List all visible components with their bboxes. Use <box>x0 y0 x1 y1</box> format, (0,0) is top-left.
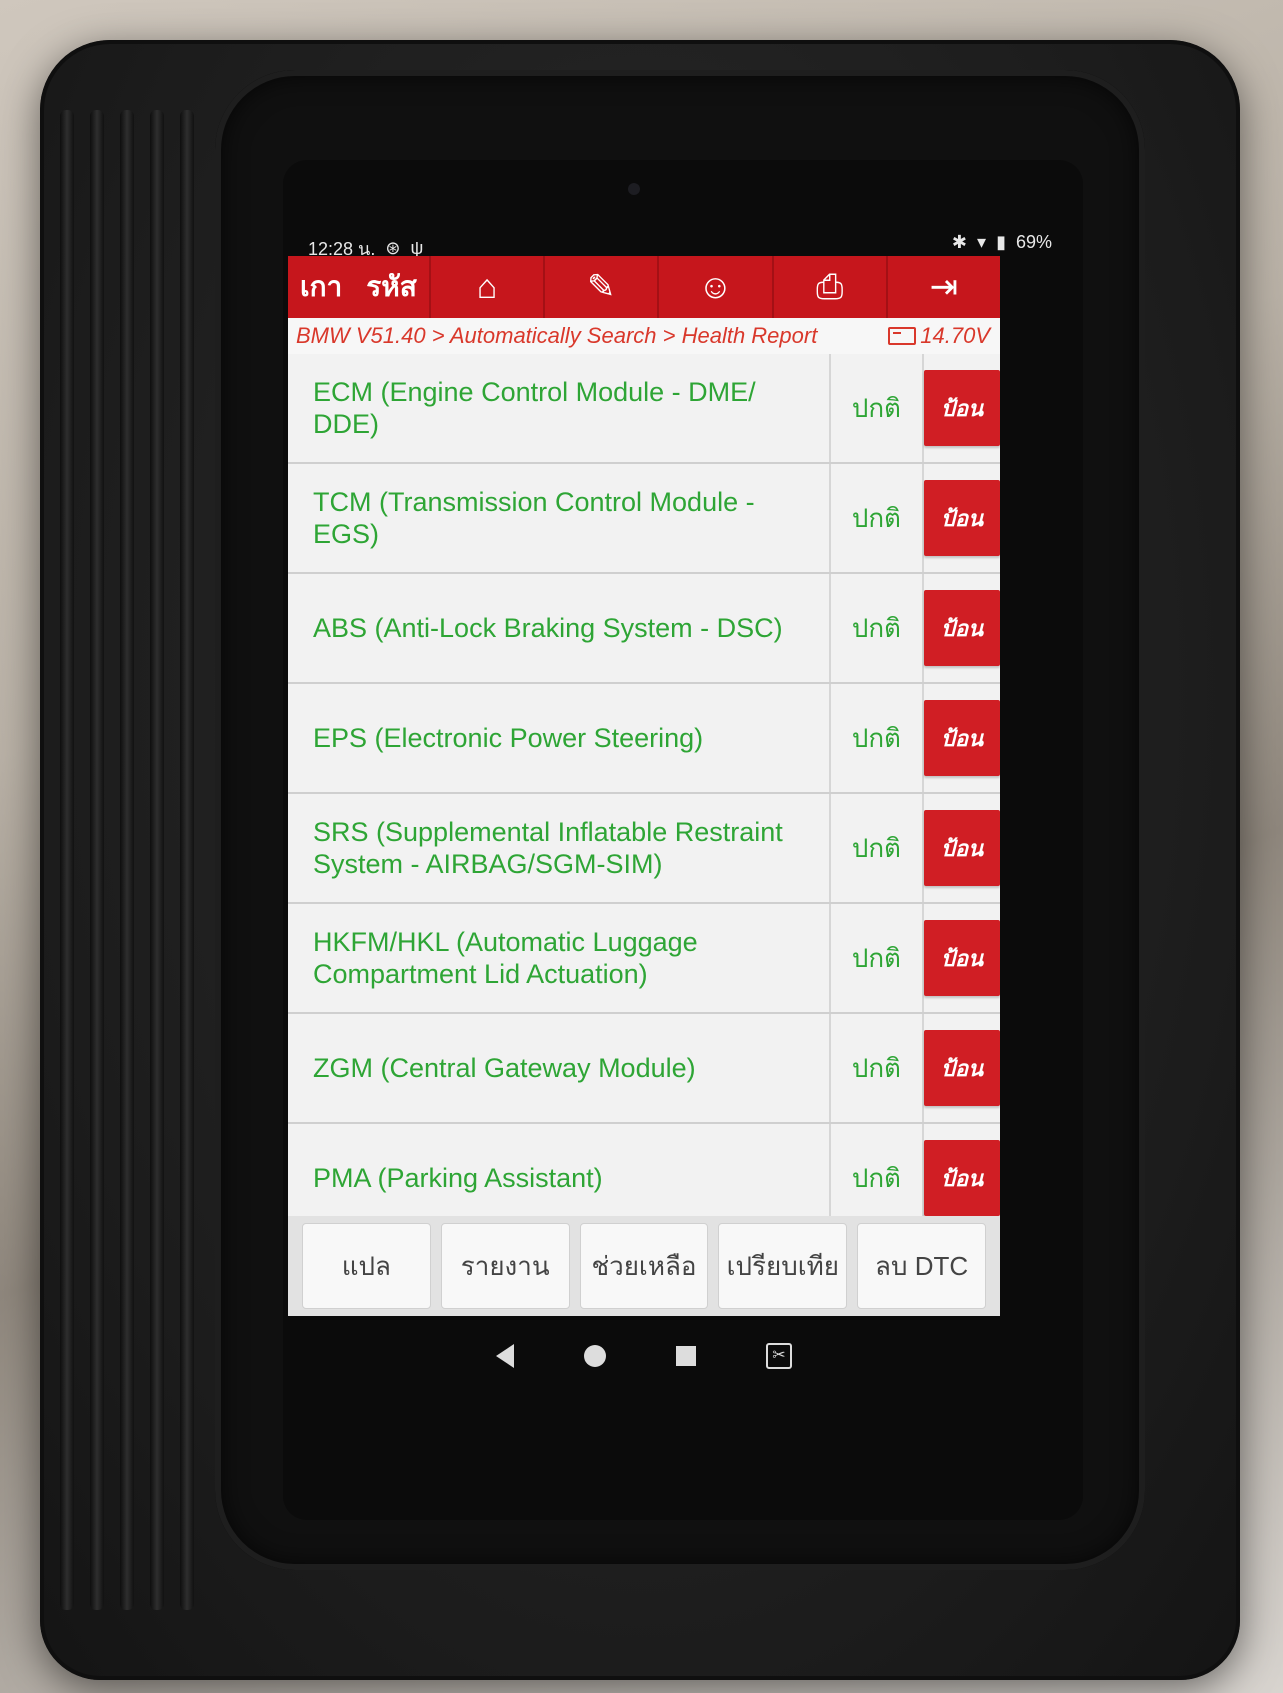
recent-apps-icon[interactable] <box>676 1346 696 1366</box>
wifi-icon: ▾ <box>977 232 987 252</box>
module-name: ABS (Anti-Lock Braking System - DSC) <box>288 574 831 682</box>
module-status: ปกติ <box>831 574 924 682</box>
front-camera <box>628 183 640 195</box>
table-row[interactable]: EPS (Electronic Power Steering) ปกติ ป้อ… <box>288 684 1000 794</box>
table-row[interactable]: ECM (Engine Control Module - DME/ DDE) ป… <box>288 354 1000 464</box>
module-status: ปกติ <box>831 794 924 902</box>
print-button[interactable]: ⎙ <box>771 256 886 318</box>
table-row[interactable]: TCM (Transmission Control Module - EGS) … <box>288 464 1000 574</box>
help-button[interactable]: ช่วยเหลือ <box>579 1223 709 1309</box>
breadcrumb-path: BMW V51.40 > Automatically Search > Heal… <box>296 323 818 348</box>
report-button[interactable]: รายงาน <box>440 1223 570 1309</box>
enter-module-button[interactable]: ป้อน <box>924 370 1000 446</box>
module-name: TCM (Transmission Control Module - EGS) <box>288 464 831 572</box>
toolbar-code-label[interactable]: รหัส <box>354 265 429 309</box>
module-name: HKFM/HKL (Automatic Luggage Compartment … <box>288 904 831 1012</box>
table-row[interactable]: SRS (Supplemental Inflatable Restraint S… <box>288 794 1000 904</box>
translate-button[interactable]: แปล <box>302 1223 431 1309</box>
module-list: ECM (Engine Control Module - DME/ DDE) ป… <box>288 354 1000 1234</box>
module-status: ปกติ <box>831 1014 924 1122</box>
module-name: ECM (Engine Control Module - DME/ DDE) <box>288 354 831 462</box>
diagnostic-app: เกา รหัส ⌂ ✎ ☺ ⎙ ⇥ BMW V51.40 > Automati… <box>288 256 1000 1316</box>
enter-module-button[interactable]: ป้อน <box>924 810 1000 886</box>
voltage-value: 14.70V <box>920 323 990 348</box>
enter-module-button[interactable]: ป้อน <box>924 700 1000 776</box>
print-icon: ⎙ <box>816 267 844 306</box>
app-toolbar: เกา รหัส ⌂ ✎ ☺ ⎙ ⇥ <box>288 256 1000 318</box>
compare-button[interactable]: เปรียบเทีย <box>718 1223 848 1309</box>
home-icon: ⌂ <box>476 267 498 306</box>
edit-icon: ✎ <box>586 268 616 306</box>
module-status: ปกติ <box>831 904 924 1012</box>
battery-status-icon: ▮ <box>996 232 1006 252</box>
device-grip-ridges <box>40 110 230 1610</box>
module-name: EPS (Electronic Power Steering) <box>288 684 831 792</box>
enter-module-button[interactable]: ป้อน <box>924 1140 1000 1216</box>
home-button[interactable]: ⌂ <box>428 256 543 318</box>
voltage-readout: 14.70V <box>888 323 1000 349</box>
table-row[interactable]: ABS (Anti-Lock Braking System - DSC) ปกต… <box>288 574 1000 684</box>
bluetooth-icon: ✱ <box>951 232 968 252</box>
enter-module-button[interactable]: ป้อน <box>924 590 1000 666</box>
enter-module-button[interactable]: ป้อน <box>924 920 1000 996</box>
android-nav-bar: ✂ <box>288 1316 1000 1396</box>
breadcrumb: BMW V51.40 > Automatically Search > Heal… <box>288 318 1000 356</box>
home-nav-icon[interactable] <box>584 1345 606 1367</box>
screenshot-icon[interactable]: ✂ <box>766 1343 792 1369</box>
car-battery-icon <box>888 327 917 345</box>
toolbar-back-label[interactable]: เกา <box>288 265 354 309</box>
bottom-action-bar: แปล รายงาน ช่วยเหลือ เปรียบเทีย ลบ DTC <box>288 1216 1000 1316</box>
module-name: SRS (Supplemental Inflatable Restraint S… <box>288 794 831 902</box>
battery-percent: 69% <box>1015 232 1052 252</box>
module-name: ZGM (Central Gateway Module) <box>288 1014 831 1122</box>
module-status: ปกติ <box>831 354 924 462</box>
exit-button[interactable]: ⇥ <box>885 256 1000 318</box>
clear-dtc-button[interactable]: ลบ DTC <box>857 1223 986 1309</box>
module-status: ปกติ <box>831 684 924 792</box>
support-button[interactable]: ☺ <box>657 256 771 318</box>
support-icon: ☺ <box>698 267 733 306</box>
exit-icon: ⇥ <box>929 268 959 306</box>
edit-button[interactable]: ✎ <box>543 256 657 318</box>
table-row[interactable]: HKFM/HKL (Automatic Luggage Compartment … <box>288 904 1000 1014</box>
back-icon[interactable] <box>496 1344 514 1368</box>
enter-module-button[interactable]: ป้อน <box>924 480 1000 556</box>
enter-module-button[interactable]: ป้อน <box>924 1030 1000 1106</box>
table-row[interactable]: ZGM (Central Gateway Module) ปกติ ป้อน <box>288 1014 1000 1124</box>
module-status: ปกติ <box>831 464 924 572</box>
